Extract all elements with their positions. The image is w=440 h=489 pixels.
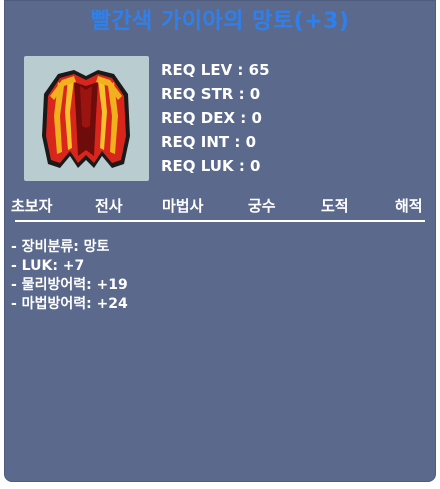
job-warrior: 전사 xyxy=(95,197,123,215)
item-title: 빨간색 가이아의 망토(+3) xyxy=(90,9,350,34)
item-tooltip: 빨간색 가이아의 망토(+3) REQ LEV : 65 REQ STR : 0… xyxy=(4,0,436,482)
job-beginner: 초보자 xyxy=(11,197,53,215)
divider xyxy=(15,220,425,222)
req-level: REQ LEV : 65 xyxy=(161,61,270,79)
req-str: REQ STR : 0 xyxy=(161,85,261,103)
req-luk: REQ LUK : 0 xyxy=(161,157,261,175)
job-archer: 궁수 xyxy=(248,197,276,215)
job-pirate: 해적 xyxy=(395,197,423,215)
red-cape-icon xyxy=(42,70,130,168)
job-list: 초보자 전사 마법사 궁수 도적 해적 xyxy=(11,195,427,215)
stat-physical-defense: - 물리방어력: +19 xyxy=(11,277,128,293)
req-dex: REQ DEX : 0 xyxy=(161,109,262,127)
requirement-list: REQ LEV : 65 REQ STR : 0 REQ DEX : 0 REQ… xyxy=(161,60,270,180)
stat-magic-defense: - 마법방어력: +24 xyxy=(11,296,128,312)
req-int: REQ INT : 0 xyxy=(161,133,257,151)
item-icon-frame xyxy=(24,56,149,181)
stat-luk: - LUK: +7 xyxy=(11,258,85,274)
job-magician: 마법사 xyxy=(162,197,204,215)
job-thief: 도적 xyxy=(321,197,349,215)
stat-category: - 장비분류: 망토 xyxy=(11,239,110,255)
stat-list: - 장비분류: 망토 - LUK: +7 - 물리방어력: +19 - 마법방어… xyxy=(11,238,128,314)
